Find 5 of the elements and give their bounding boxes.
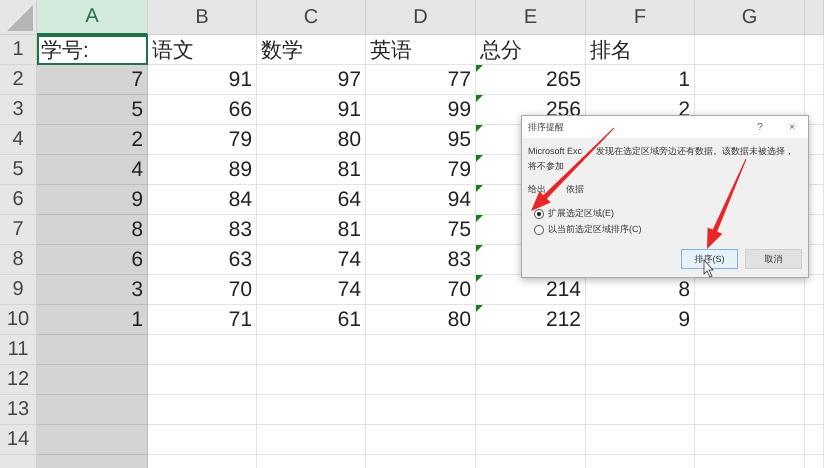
- dialog-message: 发现在选定区域旁边还有数据。该数据未被选择，: [596, 145, 794, 157]
- group-label: 给出: [528, 183, 546, 195]
- dialog-message: Microsoft Exc: [528, 145, 582, 157]
- dialog-message: 将不参加: [528, 160, 564, 172]
- group-label: 依据: [566, 183, 584, 195]
